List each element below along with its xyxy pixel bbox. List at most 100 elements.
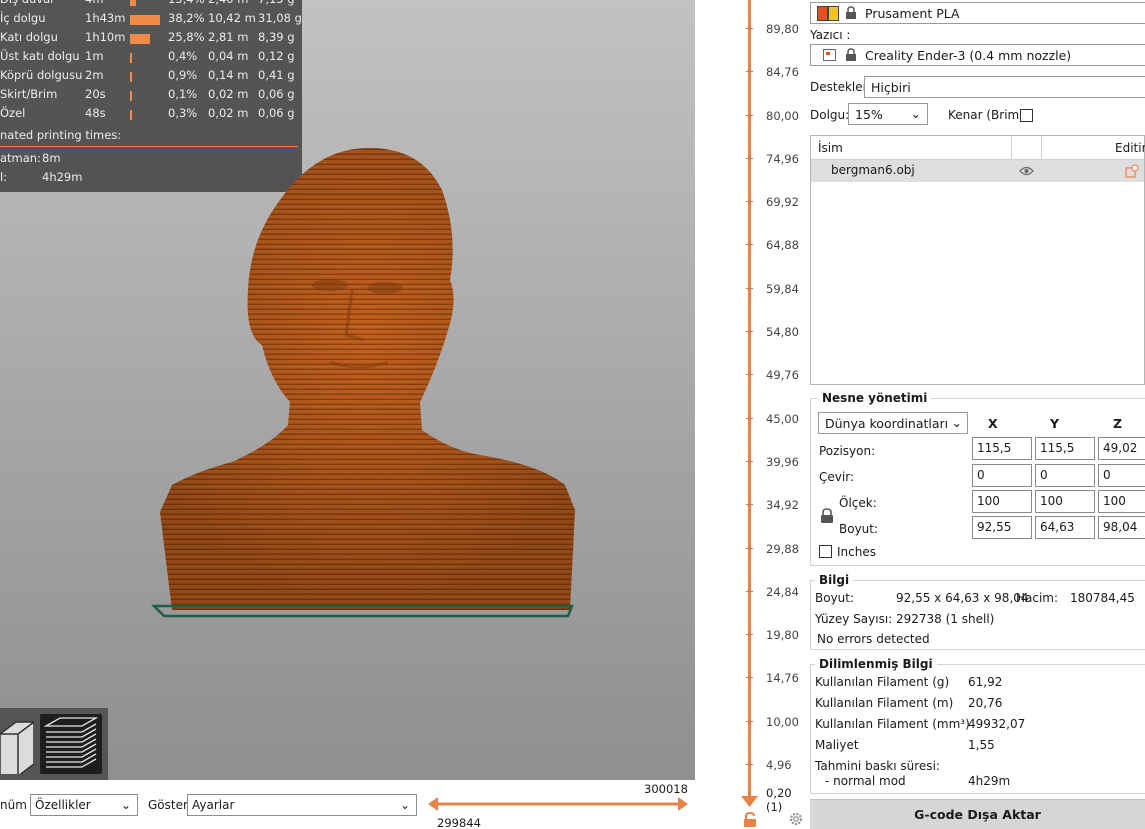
- feature-length: 0,14 m: [208, 68, 249, 82]
- size-y-input[interactable]: 64,63: [1035, 516, 1095, 539]
- lowest-layer-index: (1): [766, 800, 783, 814]
- slider-tick: [746, 677, 753, 679]
- sliced-info-value: 1,55: [968, 738, 995, 752]
- size-x-input[interactable]: 92,55: [972, 516, 1032, 539]
- first-layer-time-row: atman: 8m: [0, 151, 61, 165]
- total-time-value: 4h29m: [42, 170, 83, 184]
- chevron-down-icon: ⌄: [910, 106, 921, 121]
- info-size-label: Boyut:: [815, 591, 855, 605]
- slider-thumb-icon[interactable]: [741, 796, 758, 808]
- export-gcode-button[interactable]: G-code Dışa Aktar: [810, 799, 1145, 829]
- slider-tick: [746, 460, 753, 462]
- layers-view-icon[interactable]: [40, 714, 102, 774]
- slider-tick: [746, 114, 753, 116]
- layer-height-label: 10,00: [766, 714, 799, 729]
- layer-height-label: 84,76: [766, 65, 799, 80]
- divider: [1041, 136, 1042, 160]
- layer-height-label: 80,00: [766, 108, 799, 123]
- position-z-input[interactable]: 49,02: [1098, 437, 1145, 460]
- axis-z-header: Z: [1113, 416, 1123, 431]
- slider-tick: [746, 547, 753, 549]
- layer-height-label: 45,00: [766, 411, 799, 426]
- first-layer-time-value: 8m: [42, 151, 61, 165]
- list-item[interactable]: bergman6.obj: [811, 160, 1144, 182]
- eye-icon[interactable]: [1019, 166, 1034, 176]
- total-time-row: l: 4h29m: [0, 170, 82, 184]
- feature-time-bar: [130, 15, 160, 25]
- inches-label: Inches: [837, 545, 876, 559]
- size-z-input[interactable]: 98,04: [1098, 516, 1145, 539]
- feature-length: 0,04 m: [208, 49, 249, 63]
- feature-percent: 0,1%: [168, 87, 198, 101]
- chevron-down-icon: ⌄: [120, 798, 131, 812]
- axis-x-header: X: [988, 416, 998, 431]
- view-type-label: nüm: [0, 798, 27, 812]
- feature-time: 4m: [85, 0, 104, 6]
- sliced-info-row: Kullanılan Filament (mm³) 49932,07: [815, 717, 1025, 731]
- view-type-select[interactable]: Özellikler ⌄: [30, 794, 138, 816]
- feature-name: Özel: [0, 106, 26, 120]
- feature-time: 1h43m: [85, 11, 126, 25]
- feature-length: 10,42 m: [208, 11, 256, 25]
- cube-view-icon[interactable]: [0, 716, 34, 774]
- column-editing-header[interactable]: Editin: [1115, 141, 1145, 155]
- slider-tick: [746, 287, 753, 289]
- sliced-info-value: 49932,07: [968, 717, 1026, 731]
- layer-height-label: 34,92: [766, 498, 799, 513]
- object-list: İsim Editin bergman6.obj: [810, 135, 1145, 385]
- layer-height-label: 59,84: [766, 281, 799, 296]
- info-volume-value: 180784,45: [1070, 591, 1135, 605]
- estimated-times-title: nated printing times:: [0, 128, 122, 142]
- position-x-input[interactable]: 115,5: [972, 437, 1032, 460]
- object-name[interactable]: bergman6.obj: [831, 163, 915, 177]
- inches-checkbox[interactable]: [819, 545, 832, 558]
- scale-x-input[interactable]: 100: [972, 490, 1032, 513]
- sliced-info-value: 20,76: [968, 696, 1003, 710]
- layer-slider-track[interactable]: [748, 0, 751, 800]
- coordinate-system-select[interactable]: Dünya koordinatları ⌄: [818, 412, 968, 434]
- sliced-info-label: Kullanılan Filament (m): [815, 696, 954, 710]
- horizontal-move-slider[interactable]: [428, 796, 688, 812]
- feature-percent: 38,2%: [168, 11, 205, 25]
- slider-tick: [746, 71, 753, 73]
- gear-icon[interactable]: [789, 812, 803, 826]
- printer-select[interactable]: Creality Ender-3 (0.4 mm nozzle): [810, 44, 1145, 66]
- edit-settings-icon[interactable]: [1125, 164, 1139, 178]
- rotate-y-input[interactable]: 0: [1035, 464, 1095, 487]
- sliced-info-row: Kullanılan Filament (g) 61,92: [815, 675, 1002, 689]
- layer-height-label: 89,80: [766, 22, 799, 36]
- slider-tick: [746, 504, 753, 506]
- axis-y-header: Y: [1050, 416, 1060, 431]
- brim-checkbox[interactable]: [1020, 109, 1033, 122]
- layer-height-label: 14,76: [766, 671, 799, 686]
- supports-select[interactable]: Hiçbiri: [864, 76, 1145, 98]
- position-y-input[interactable]: 115,5: [1035, 437, 1095, 460]
- scale-y-input[interactable]: 100: [1035, 490, 1095, 513]
- info-size-row: Boyut: 92,55 x 64,63 x 98,04 Hacim: 1807…: [815, 591, 1135, 605]
- filament-select[interactable]: Prusament PLA: [810, 2, 1145, 24]
- column-name-header[interactable]: İsim: [818, 141, 843, 155]
- scale-z-input[interactable]: 100: [1098, 490, 1145, 513]
- show-select[interactable]: Ayarlar ⌄: [187, 794, 417, 816]
- rotate-x-input[interactable]: 0: [972, 464, 1032, 487]
- info-facets-row: Yüzey Sayısı: 292738 (1 shell): [815, 612, 994, 626]
- normal-mode-value: 4h29m: [968, 774, 1011, 788]
- slider-tick: [746, 157, 753, 159]
- layer-height-label: 64,88: [766, 238, 799, 253]
- printer-name: Creality Ender-3 (0.4 mm nozzle): [865, 48, 1072, 63]
- brim-label: Kenar (Brim):: [948, 108, 1028, 122]
- infill-select[interactable]: 15% ⌄: [848, 103, 928, 125]
- scale-lock-icon[interactable]: [820, 508, 834, 524]
- layer-height-slider[interactable]: 89,80 84,76 80,00 74,96 69,92 64,88 59,84 54,80…: [695, 0, 810, 829]
- show-label: Göster: [148, 798, 188, 812]
- sliced-model-preview[interactable]: [120, 140, 590, 630]
- lowest-layer-height: 0,20: [766, 786, 792, 800]
- slider-tick: [746, 417, 753, 419]
- feature-time: 20s: [85, 87, 106, 101]
- infill-label: Dolgu:: [810, 108, 850, 122]
- preview-bottom-bar: nüm Özellikler ⌄ Göster Ayarlar ⌄ 300018…: [0, 780, 695, 829]
- rotate-z-input[interactable]: 0: [1098, 464, 1145, 487]
- view-mode-toolbar: [0, 708, 108, 780]
- lock-icon[interactable]: [743, 812, 757, 828]
- 3d-viewport[interactable]: Dış duvar 4m 15,4%2,40 m 7,15 g İç dolgu 1h43…: [0, 0, 695, 780]
